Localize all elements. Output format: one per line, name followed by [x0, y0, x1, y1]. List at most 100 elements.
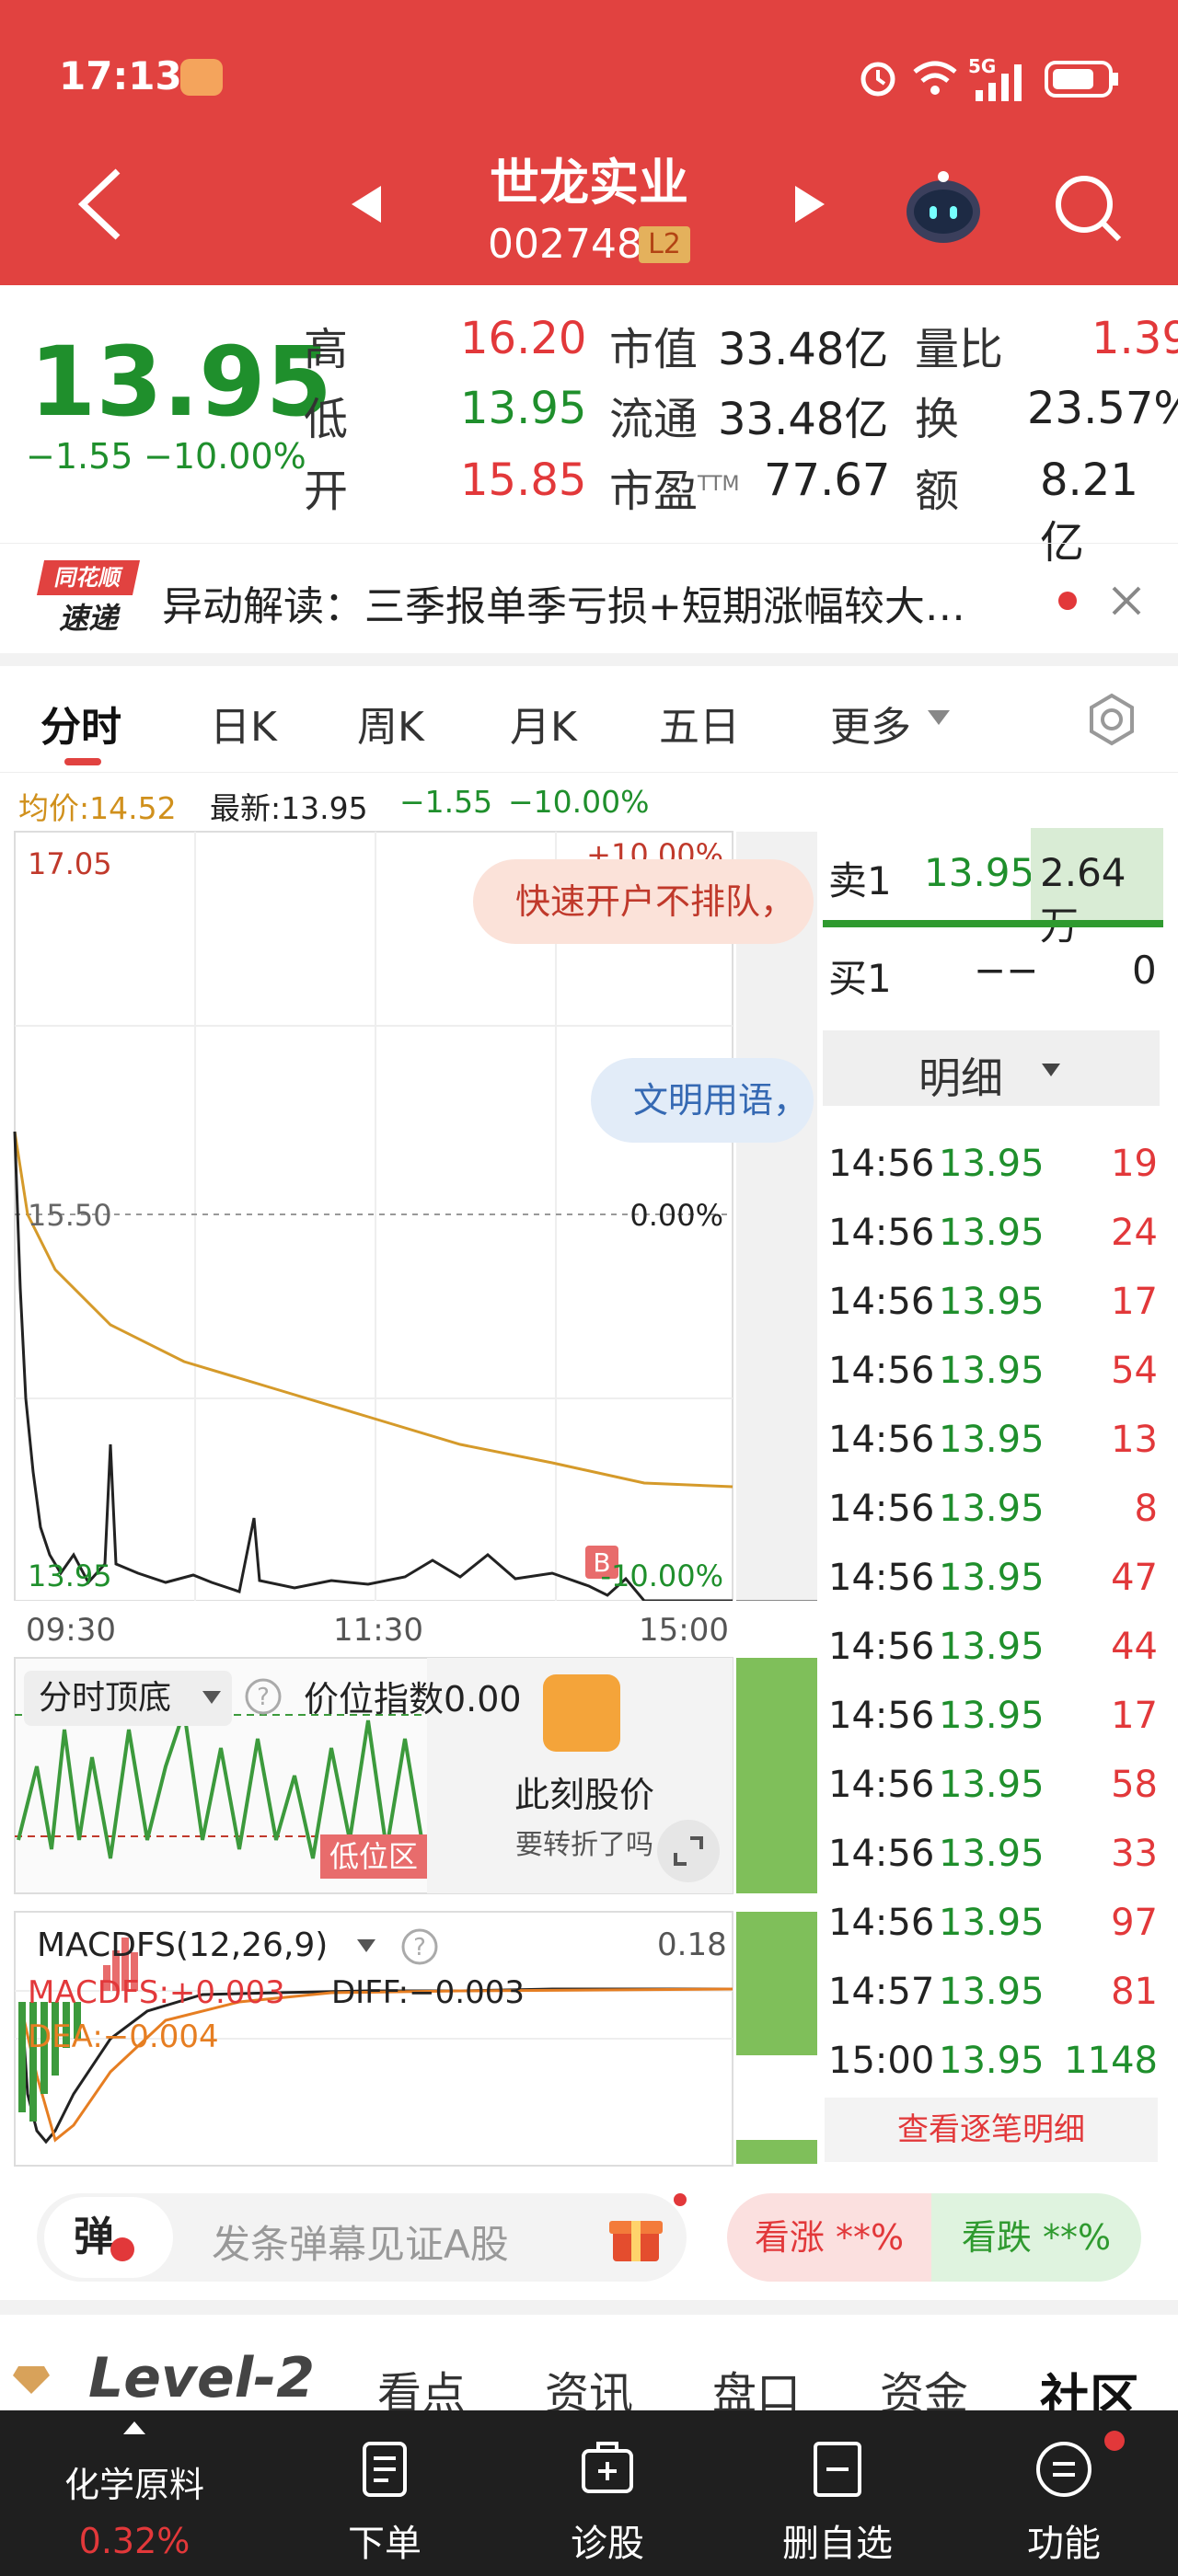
bullish-vote-button[interactable]: 看涨 **% — [727, 2193, 931, 2282]
level2-title[interactable]: Level-2 — [88, 2346, 315, 2410]
settings-icon[interactable] — [1084, 692, 1139, 747]
tick-price: 13.95 — [939, 1419, 1045, 1461]
turnover-value: 23.57% — [1027, 383, 1178, 434]
diamond-icon — [13, 2366, 50, 2394]
tick-time: 14:56 — [828, 1350, 935, 1392]
tick-row: 15:00 13.95 1148 — [823, 2030, 1163, 2099]
nav-label: 删自选 — [782, 2523, 893, 2565]
buy1-volume: 0 — [1132, 948, 1157, 993]
float-cap-label: 流通 — [609, 394, 699, 445]
low-label: 低 — [304, 394, 349, 445]
next-stock-icon[interactable] — [793, 184, 826, 224]
nav-diagnose[interactable]: 诊股 — [515, 2410, 699, 2576]
tick-price: 13.95 — [939, 1212, 1045, 1254]
danmu-placeholder[interactable]: 发条弹幕见证A股 — [212, 2214, 509, 2270]
tab-daily-k[interactable]: 日K — [210, 694, 277, 753]
tab-intraday[interactable]: 分时 — [40, 694, 121, 753]
tick-row: 14:57 13.95 81 — [823, 1961, 1163, 2030]
tick-time: 15:00 — [828, 2040, 935, 2082]
nav-place-order[interactable]: 下单 — [293, 2410, 477, 2576]
tick-row: 14:56 13.95 24 — [823, 1202, 1163, 1271]
nav-functions[interactable]: 功能 — [972, 2410, 1156, 2576]
tick-time: 14:56 — [828, 1419, 935, 1461]
x-end-label: 15:00 — [639, 1612, 729, 1649]
notification-icon — [180, 59, 223, 96]
tick-time: 14:56 — [828, 1833, 935, 1875]
tab-more[interactable]: 更多 — [830, 694, 911, 753]
expand-icon[interactable] — [655, 1818, 722, 1884]
tick-volume: 33 — [1111, 1833, 1158, 1875]
tick-time: 14:56 — [828, 1695, 935, 1737]
tick-time: 14:56 — [828, 1902, 935, 1944]
help-icon[interactable]: ? — [399, 1926, 440, 1967]
detail-tab[interactable]: 明细 — [823, 1030, 1160, 1106]
mktcap-label: 市值 — [609, 324, 699, 375]
danmu-toggle-button[interactable]: 弹 — [44, 2197, 173, 2278]
price-change-pct: −10.00% — [144, 436, 306, 477]
divider — [0, 653, 1178, 666]
sell1-volume: 2.64万 — [1040, 850, 1126, 949]
macd-max-label: 0.18 — [657, 1926, 727, 1963]
buy1-label: 买1 — [828, 956, 892, 1001]
tick-row: 14:56 13.95 17 — [823, 1271, 1163, 1340]
tick-volume: 24 — [1111, 1212, 1158, 1254]
robot-assistant-icon[interactable] — [902, 166, 985, 248]
status-time: 17:13 — [59, 53, 182, 98]
tick-row: 14:56 13.95 97 — [823, 1892, 1163, 1961]
macdfs-value: MACDFS:+0.003 — [28, 1974, 285, 2011]
indicator-name: 分时顶底 — [39, 1679, 172, 1717]
chevron-down-icon — [928, 710, 950, 725]
tab-monthly-k[interactable]: 月K — [510, 694, 577, 753]
tick-volume: 19 — [1111, 1143, 1158, 1185]
help-icon[interactable]: ? — [243, 1676, 283, 1717]
tab-weekly-k[interactable]: 周K — [357, 694, 424, 753]
close-icon[interactable] — [1110, 584, 1143, 617]
tab-five-day[interactable]: 五日 — [659, 694, 740, 753]
bottom-nav: 化学原料 0.32% 下单 诊股 删自选 功能 — [0, 2410, 1178, 2576]
logo-line1: 同花顺 — [36, 560, 141, 595]
x-mid-label: 11:30 — [333, 1612, 423, 1649]
stock-code: 002748 — [488, 221, 642, 268]
sector-indicator[interactable]: 化学原料 0.32% — [42, 2410, 226, 2576]
tick-volume: 54 — [1111, 1350, 1158, 1392]
gift-icon[interactable] — [607, 2208, 664, 2265]
tick-row: 14:56 13.95 47 — [823, 1547, 1163, 1616]
news-text[interactable]: 异动解读：三季报单季亏损+短期涨幅较大… — [162, 573, 965, 632]
tick-price: 13.95 — [939, 1626, 1045, 1668]
sector-name: 化学原料 — [64, 2465, 204, 2505]
vol-ratio-label: 量比 — [915, 324, 1004, 375]
tick-time: 14:56 — [828, 1212, 935, 1254]
popup-title[interactable]: 此刻股价 — [479, 1766, 690, 1817]
chevron-down-icon — [357, 1939, 375, 1952]
svg-text:?: ? — [257, 1684, 270, 1711]
promo-bubble-civil-speech[interactable]: 文明用语， — [591, 1058, 814, 1143]
prev-stock-icon[interactable] — [350, 184, 383, 224]
search-icon[interactable] — [1051, 171, 1125, 245]
unread-dot — [1058, 592, 1077, 610]
tick-row: 14:56 13.95 19 — [823, 1133, 1163, 1202]
view-all-ticks-link[interactable]: 查看逐笔明细 — [825, 2098, 1158, 2162]
bearish-vote-button[interactable]: 看跌 **% — [931, 2193, 1141, 2282]
tick-time: 14:57 — [828, 1971, 935, 2013]
level2-badge: L2 — [639, 226, 690, 263]
tick-price: 13.95 — [939, 1281, 1045, 1323]
tick-list: 14:56 13.95 19 14:56 13.95 24 14:56 13.95 17 1… — [823, 1133, 1163, 2090]
tick-row: 14:56 13.95 13 — [823, 1409, 1163, 1478]
quote-panel: 13.95 −1.55 −10.00% 高 16.20 低 13.95 开 15… — [0, 285, 1178, 569]
tick-volume: 97 — [1111, 1902, 1158, 1944]
nav-remove-watchlist[interactable]: 删自选 — [745, 2410, 930, 2576]
tick-volume: 81 — [1111, 1971, 1158, 2013]
back-icon[interactable] — [74, 166, 129, 243]
promo-bubble-open-account[interactable]: 快速开户不排队， — [473, 859, 814, 944]
y-max-label: 17.05 — [28, 846, 112, 881]
pe-label: 市盈TTM — [609, 454, 740, 519]
news-banner[interactable]: 同花顺 速递 异动解读：三季报单季亏损+短期涨幅较大… — [0, 543, 1178, 653]
logo-line2: 速递 — [58, 601, 118, 636]
danmu-bar: 弹 发条弹幕见证A股 看涨 **% 看跌 **% — [0, 2171, 1178, 2300]
avg-price-label: 均价:14.52 — [18, 790, 177, 826]
float-cap-value: 33.48亿 — [718, 394, 889, 445]
current-price: 13.95 — [29, 326, 332, 438]
macd-name[interactable]: MACDFS(12,26,9) — [37, 1926, 328, 1964]
tick-row: 14:56 13.95 44 — [823, 1616, 1163, 1685]
intraday-chart[interactable]: B 17.05 15.50 13.95 +10.00% 0.00% -10.00… — [0, 828, 819, 1601]
